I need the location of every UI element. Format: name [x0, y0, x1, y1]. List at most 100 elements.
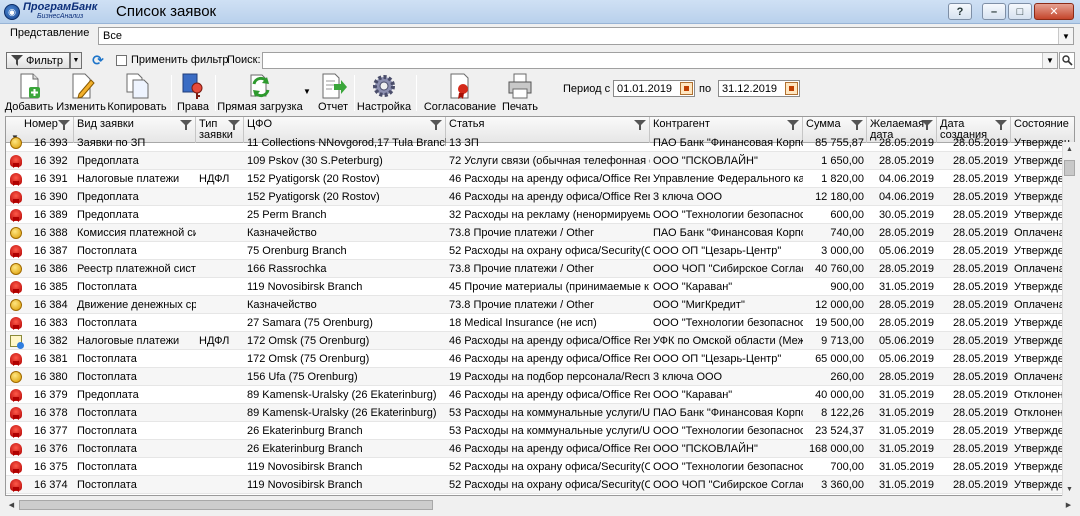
chevron-down-icon[interactable]: ▼	[1042, 53, 1057, 68]
filter-icon[interactable]	[851, 120, 863, 130]
cell-desired-date: 31.05.2019	[878, 389, 934, 401]
rights-button[interactable]: Права	[176, 72, 210, 114]
cell-counterparty: Управление Федерального каз...	[653, 173, 803, 185]
filter-icon[interactable]	[430, 120, 442, 130]
table-row[interactable]: 16 385 Постоплата 119 Novosibirsk Branch 45…	[6, 278, 1074, 296]
table-row[interactable]: 16 378 Постоплата 89 Kamensk-Uralsky (26 E…	[6, 404, 1074, 422]
table-row[interactable]: 16 387 Постоплата 75 Orenburg Branch 52 Рас…	[6, 242, 1074, 260]
cell-amount: 12 000,00	[815, 299, 864, 311]
copy-button[interactable]: Копировать	[107, 72, 167, 114]
report-button[interactable]: Отчет	[315, 72, 351, 114]
scroll-down-arrow[interactable]: ▼	[1063, 482, 1076, 496]
calendar-icon[interactable]	[785, 82, 798, 95]
filter-icon[interactable]	[634, 120, 646, 130]
horizontal-scrollbar[interactable]: ◀ ▶	[5, 498, 1075, 512]
filter-icon[interactable]	[58, 120, 70, 130]
add-button[interactable]: Добавить	[5, 72, 53, 114]
report-label: Отчет	[317, 101, 349, 113]
table-row[interactable]: 16 377 Постоплата 26 Ekaterinburg Branch 53…	[6, 422, 1074, 440]
table-row[interactable]: 16 382 Налоговые платежи НДФЛ 172 Omsk (75 …	[6, 332, 1074, 350]
chevron-down-icon[interactable]: ▼	[1058, 28, 1073, 44]
settings-button[interactable]: Настройка	[357, 72, 411, 114]
cell-cfo: 26 Ekaterinburg Branch	[247, 443, 363, 455]
cell-request-subtype	[196, 314, 244, 332]
cell-request-subtype	[196, 368, 244, 386]
minimize-button[interactable]: –	[982, 3, 1006, 20]
table-row[interactable]: 16 393 Заявки по ЗП 11 Collections NNovgor…	[6, 134, 1074, 152]
cell-counterparty: ООО "ПСКОВЛАЙН"	[653, 443, 758, 455]
cell-desired-date: 28.05.2019	[878, 371, 934, 383]
table-row[interactable]: 16 384 Движение денежных сре... Казначейст…	[6, 296, 1074, 314]
table-row[interactable]: 16 389 Предоплата 25 Perm Branch 32 Расходы…	[6, 206, 1074, 224]
help-button[interactable]: ?	[948, 3, 972, 20]
table-row[interactable]: 16 374 Постоплата 119 Novosibirsk Branch 52…	[6, 476, 1074, 494]
edit-button[interactable]: Изменить	[56, 72, 106, 114]
search-button[interactable]	[1059, 52, 1075, 69]
vertical-scroll-thumb[interactable]	[1064, 160, 1075, 176]
period-label: Период с	[563, 83, 611, 95]
table-row[interactable]: 16 392 Предоплата 109 Pskov (30 S.Peterbur…	[6, 152, 1074, 170]
cell-desired-date: 05.06.2019	[878, 245, 934, 257]
cell-cfo: 119 Novosibirsk Branch	[247, 281, 363, 293]
table-row[interactable]: 16 379 Предоплата 89 Kamensk-Uralsky (26 E…	[6, 386, 1074, 404]
table-row[interactable]: 16 386 Реестр платежной систе... 166 Rassr…	[6, 260, 1074, 278]
cell-counterparty: 3 ключа ООО	[653, 371, 723, 383]
cell-article: 32 Расходы на рекламу (ненормируемые)/M.…	[449, 209, 650, 221]
scroll-right-arrow[interactable]: ▶	[1062, 498, 1075, 512]
cell-article: 46 Расходы на аренду офиса/Office Rent (…	[449, 389, 650, 401]
date-from-field[interactable]: 01.01.2019	[613, 80, 695, 97]
direct-load-dropdown-arrow[interactable]: ▼	[303, 87, 311, 96]
filter-button[interactable]: Фильтр	[6, 52, 70, 69]
date-to-field[interactable]: 31.12.2019	[718, 80, 800, 97]
direct-load-button[interactable]: Прямая загрузка	[217, 72, 303, 114]
column-header-number-label: Номер	[24, 118, 58, 130]
logo-sub-text: БизнесАнализ	[37, 13, 84, 20]
print-button[interactable]: Печать	[500, 72, 540, 114]
cell-counterparty: ПАО Банк "Финансовая Корпор...	[653, 227, 803, 239]
cell-amount: 1 820,00	[821, 173, 864, 185]
table-row[interactable]: 16 376 Постоплата 26 Ekaterinburg Branch 46…	[6, 440, 1074, 458]
table-row[interactable]: 16 380 Постоплата 156 Ufa (75 Orenburg) 19 …	[6, 368, 1074, 386]
table-row[interactable]: 16 388 Комиссия платежной сис... Казначейс…	[6, 224, 1074, 242]
search-input[interactable]: ▼	[262, 52, 1058, 69]
scroll-up-arrow[interactable]: ▲	[1063, 142, 1076, 156]
vertical-scrollbar[interactable]: ▲ ▼	[1062, 142, 1075, 496]
report-icon	[322, 73, 347, 99]
cell-request-type: Постоплата	[77, 353, 137, 365]
scroll-left-arrow[interactable]: ◀	[5, 498, 18, 512]
cell-amount: 168 000,00	[808, 443, 864, 455]
table-row[interactable]: 16 390 Предоплата 152 Pyatigorsk (20 Rosto…	[6, 188, 1074, 206]
cell-cfo: 119 Novosibirsk Branch	[247, 479, 363, 491]
table-row[interactable]: 16 375 Постоплата 119 Novosibirsk Branch 52…	[6, 458, 1074, 476]
cell-counterparty: ПАО Банк "Финансовая Корпор...	[653, 137, 803, 149]
close-button[interactable]: ✕	[1034, 3, 1074, 20]
horizontal-scroll-thumb[interactable]	[19, 500, 433, 510]
calendar-icon[interactable]	[680, 82, 693, 95]
filter-icon[interactable]	[995, 120, 1007, 130]
cell-created-date: 28.05.2019	[952, 227, 1008, 239]
cell-amount: 23 524,37	[815, 425, 864, 437]
filter-icon[interactable]	[180, 120, 192, 130]
view-select[interactable]: Все ▼	[98, 27, 1074, 45]
maximize-button[interactable]: □	[1008, 3, 1032, 20]
table-row[interactable]: 16 373Выплата оптимизация 71 Kazan Branch…	[6, 494, 1074, 495]
cell-request-type: Предоплата	[77, 155, 139, 167]
filter-icon[interactable]	[921, 120, 933, 130]
cell-request-subtype	[196, 476, 244, 494]
apply-filter-checkbox[interactable]	[116, 55, 127, 66]
cell-article: 52 Расходы на охрану офиса/Security(Обес…	[449, 245, 650, 257]
table-row[interactable]: 16 383 Постоплата 27 Samara (75 Orenburg) 1…	[6, 314, 1074, 332]
cell-request-subtype	[196, 278, 244, 296]
filter-icon[interactable]	[787, 120, 799, 130]
table-row[interactable]: 16 391 Налоговые платежи НДФЛ 152 Pyatigors…	[6, 170, 1074, 188]
cell-amount: 3 360,00	[821, 479, 864, 491]
cell-article: 72 Услуги связи (обычная телефонная связ…	[449, 155, 650, 167]
table-row[interactable]: 16 381 Постоплата 172 Omsk (75 Orenburg) 46…	[6, 350, 1074, 368]
cell-amount: 3 000,00	[821, 245, 864, 257]
refresh-icon[interactable]: ⟳	[89, 52, 107, 69]
filter-dropdown-button[interactable]: ▼	[70, 52, 82, 69]
approval-button[interactable]: Согласование	[424, 72, 496, 114]
date-from-value: 01.01.2019	[617, 83, 673, 95]
filter-icon[interactable]	[228, 120, 240, 130]
cell-created-date: 28.05.2019	[952, 425, 1008, 437]
